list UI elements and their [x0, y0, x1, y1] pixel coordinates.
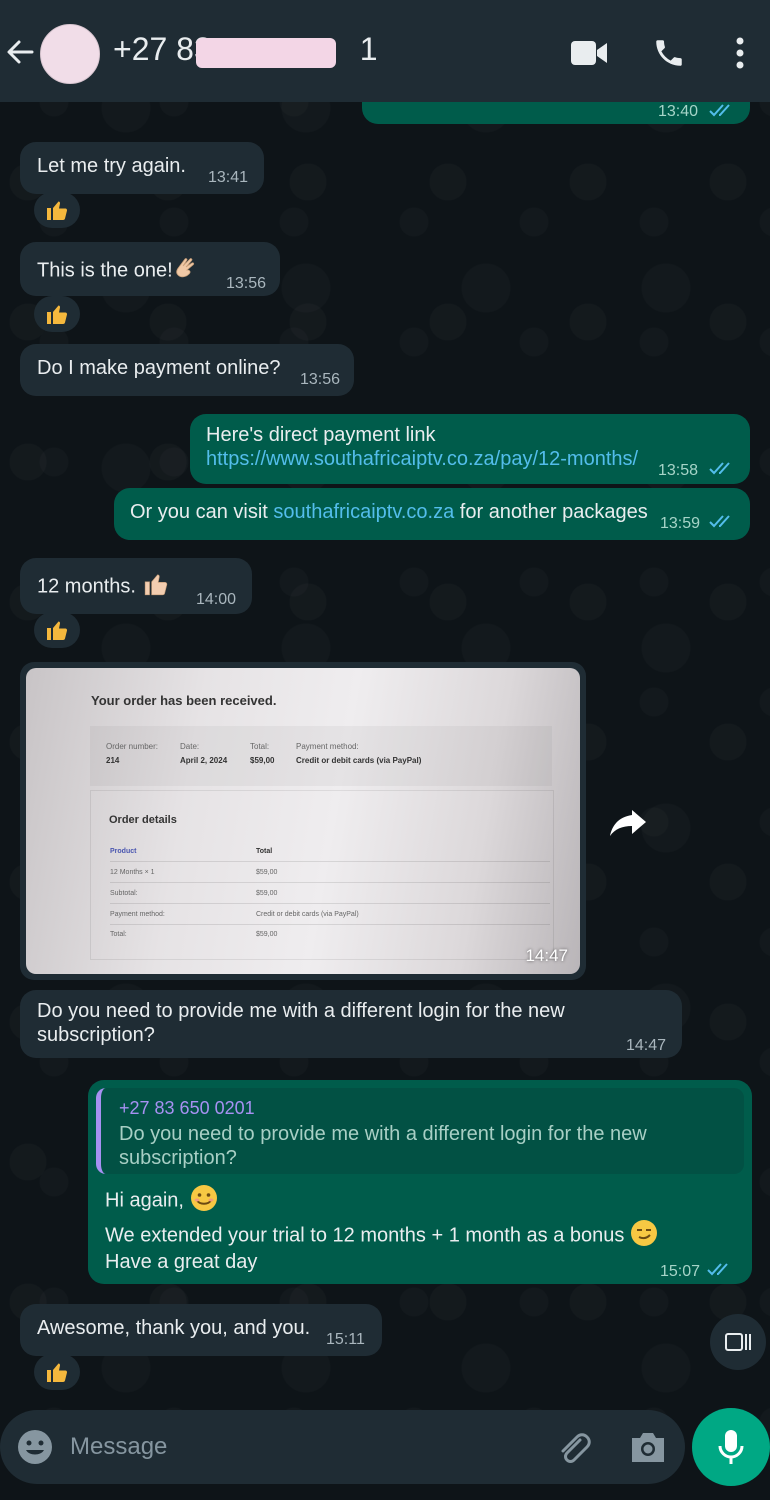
row-label: Payment method: — [110, 911, 165, 918]
thumbs-up-icon — [47, 621, 68, 640]
message-bubble-incoming[interactable]: This is the one! 13:56 — [20, 242, 280, 296]
row-value: $59,00 — [256, 890, 278, 897]
message-bubble-outgoing[interactable]: Or you can visit southafricaiptv.co.za f… — [114, 488, 750, 540]
emoji-icon[interactable] — [16, 1428, 54, 1466]
row-label: Subtotal: — [110, 890, 138, 897]
message-text: Hi again, — [105, 1184, 218, 1218]
message-text: Or you can visit southafricaiptv.co.za f… — [130, 501, 648, 523]
clapping-hands-icon — [173, 255, 201, 287]
message-bubble-outgoing[interactable]: Here's direct payment link https://www.s… — [190, 414, 750, 484]
order-total: $59,00 — [250, 756, 275, 765]
reaction-thumbs-up[interactable] — [34, 192, 80, 228]
message-time: 14:47 — [626, 1037, 667, 1054]
message-time: 15:11 — [326, 1331, 365, 1348]
payment-method-label: Payment method: — [296, 742, 359, 751]
reaction-thumbs-up[interactable] — [34, 296, 80, 332]
total-label: Total: — [250, 742, 270, 751]
order-number: 214 — [106, 756, 120, 765]
quoted-text: Do you need to provide me with a differe… — [119, 1123, 647, 1169]
col-total: Total — [256, 848, 273, 855]
message-bubble-incoming[interactable]: 12 months. 14:00 — [20, 558, 252, 614]
back-arrow-icon[interactable] — [4, 36, 36, 68]
message-text: 12 months. — [37, 571, 170, 603]
contact-avatar[interactable] — [40, 24, 100, 84]
order-date: April 2, 2024 — [180, 756, 228, 765]
message-text: We extended your trial to 12 months + 1 … — [105, 1219, 658, 1253]
message-bubble-incoming[interactable]: Let me try again. 13:41 — [20, 142, 264, 194]
chat-header: +27 83 1 — [0, 0, 770, 102]
video-call-icon[interactable] — [570, 38, 608, 68]
message-bubble-outgoing[interactable]: +27 83 650 0201 Do you need to provide m… — [88, 1080, 752, 1284]
thumbs-up-emoji-icon — [142, 571, 170, 603]
message-time: 13:59 — [660, 515, 701, 532]
smirking-face-icon — [630, 1219, 658, 1253]
image-message[interactable]: Your order has been received. Order numb… — [20, 662, 586, 980]
message-time: 13:40 — [658, 103, 699, 120]
divider — [110, 861, 550, 862]
read-ticks-icon — [709, 515, 730, 528]
divider — [110, 903, 550, 904]
row-value: $59,00 — [256, 931, 278, 938]
message-text: Let me try again. — [37, 155, 186, 177]
message-text: Awesome, thank you, and you. — [37, 1317, 311, 1339]
forward-icon[interactable] — [608, 806, 648, 838]
divider — [110, 924, 550, 925]
row-value: $59,00 — [256, 869, 278, 876]
phone-icon[interactable] — [652, 36, 686, 70]
message-time: 15:07 — [660, 1263, 701, 1280]
message-bubble-incoming[interactable]: Do you need to provide me with a differe… — [20, 990, 682, 1058]
message-input[interactable] — [70, 1430, 510, 1464]
more-vert-icon[interactable] — [733, 36, 747, 70]
message-time: 13:56 — [300, 371, 341, 388]
message-time: 13:56 — [226, 275, 267, 292]
mic-icon — [718, 1430, 744, 1464]
date-label: Date: — [180, 742, 200, 751]
mic-button[interactable] — [692, 1408, 770, 1486]
message-text: Do I make payment online? — [37, 357, 281, 379]
message-text: Do you need to provide me with a differe… — [37, 1000, 565, 1046]
quoted-sender: +27 83 650 0201 — [119, 1098, 255, 1118]
divider — [110, 882, 550, 883]
order-title: Your order has been received. — [91, 693, 277, 708]
thumbs-up-icon — [47, 305, 68, 324]
row-label: 12 Months × 1 — [110, 869, 155, 876]
reaction-thumbs-up[interactable] — [34, 612, 80, 648]
scroll-down-icon — [725, 1333, 751, 1351]
scroll-down-button[interactable] — [710, 1314, 766, 1370]
reaction-thumbs-up[interactable] — [34, 1354, 80, 1390]
message-text: This is the one! — [37, 255, 201, 287]
read-ticks-icon — [709, 462, 730, 475]
message-bubble-incoming[interactable]: Awesome, thank you, and you. 15:11 — [20, 1304, 382, 1356]
message-bubble-incoming[interactable]: Do I make payment online? 13:56 — [20, 344, 354, 396]
order-confirmation-photo[interactable]: Your order has been received. Order numb… — [26, 668, 580, 974]
camera-icon[interactable] — [628, 1430, 668, 1464]
message-text: Have a great day — [105, 1251, 258, 1273]
read-ticks-icon — [707, 1263, 728, 1276]
row-value: Credit or debit cards (via PayPal) — [256, 911, 359, 918]
message-time: 13:41 — [208, 169, 249, 186]
message-text: Here's direct payment link — [206, 424, 436, 446]
order-number-label: Order number: — [106, 742, 159, 751]
thumbs-up-icon — [47, 201, 68, 220]
payment-method: Credit or debit cards (via PayPal) — [296, 756, 422, 765]
message-composer — [0, 1410, 685, 1484]
thumbs-up-icon — [47, 1363, 68, 1382]
col-product: Product — [110, 848, 137, 855]
row-label: Total: — [110, 931, 127, 938]
smiling-face-icon — [190, 1184, 218, 1218]
quoted-message[interactable]: +27 83 650 0201 Do you need to provide m… — [96, 1088, 744, 1174]
message-time: 14:00 — [196, 591, 237, 608]
website-link[interactable]: southafricaiptv.co.za — [273, 501, 454, 523]
payment-link[interactable]: https://www.southafricaiptv.co.za/pay/12… — [206, 447, 638, 471]
attach-icon[interactable] — [554, 1428, 592, 1466]
order-details-heading: Order details — [109, 814, 177, 826]
read-ticks-icon — [709, 104, 730, 117]
redaction-mark — [196, 38, 336, 68]
message-time: 13:58 — [658, 462, 699, 479]
image-time: 14:47 — [525, 946, 568, 965]
